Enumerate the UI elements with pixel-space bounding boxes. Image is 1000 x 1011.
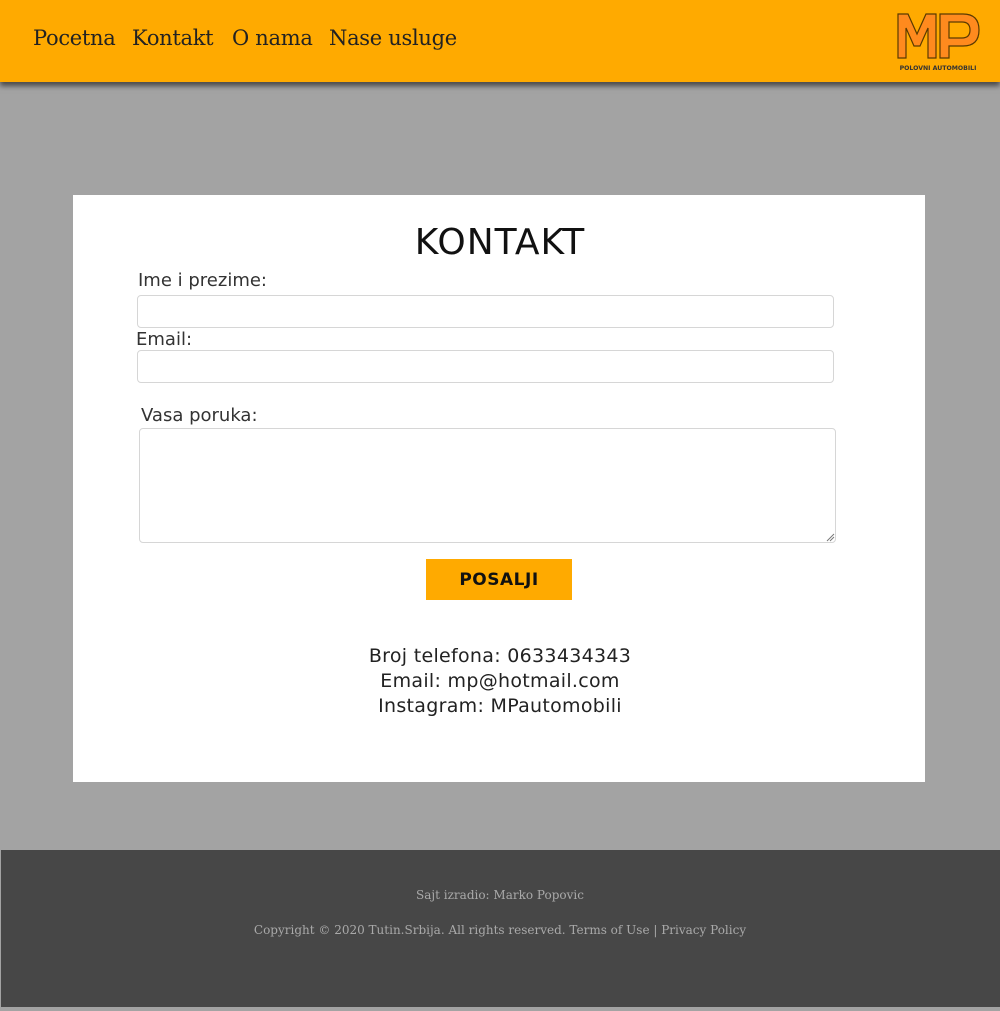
message-textarea[interactable] bbox=[139, 428, 836, 543]
email-input[interactable] bbox=[137, 350, 834, 383]
message-label: Vasa poruka: bbox=[141, 405, 258, 426]
contact-phone: Broj telefona: 0633434343 bbox=[368, 645, 632, 667]
footer-author: Sajt izradio: Marko Popovic bbox=[416, 888, 584, 902]
contact-email: Email: mp@hotmail.com bbox=[380, 670, 620, 692]
name-label: Ime i prezime: bbox=[138, 270, 267, 291]
footer-copyright: Copyright © 2020 Tutin.Srbija. All right… bbox=[253, 923, 747, 937]
logo-tagline: POLOVNI AUTOMOBILI bbox=[900, 65, 977, 72]
resize-grip-icon[interactable] bbox=[826, 533, 835, 542]
page-title: KONTAKT bbox=[414, 222, 586, 263]
name-input[interactable] bbox=[137, 295, 834, 328]
submit-button[interactable]: POSALJI bbox=[426, 559, 572, 600]
nav-link-kontakt[interactable]: Kontakt bbox=[132, 26, 214, 50]
nav-link-o-nama[interactable]: O nama bbox=[232, 26, 313, 50]
top-navbar: Pocetna Kontakt O nama Nase usluge POLOV… bbox=[0, 0, 1000, 82]
nav-link-nase-usluge[interactable]: Nase usluge bbox=[329, 26, 457, 50]
email-label: Email: bbox=[136, 329, 193, 350]
contact-instagram: Instagram: MPautomobili bbox=[378, 695, 622, 717]
mp-logo[interactable]: POLOVNI AUTOMOBILI bbox=[895, 10, 981, 72]
nav-link-pocetna[interactable]: Pocetna bbox=[33, 26, 116, 50]
